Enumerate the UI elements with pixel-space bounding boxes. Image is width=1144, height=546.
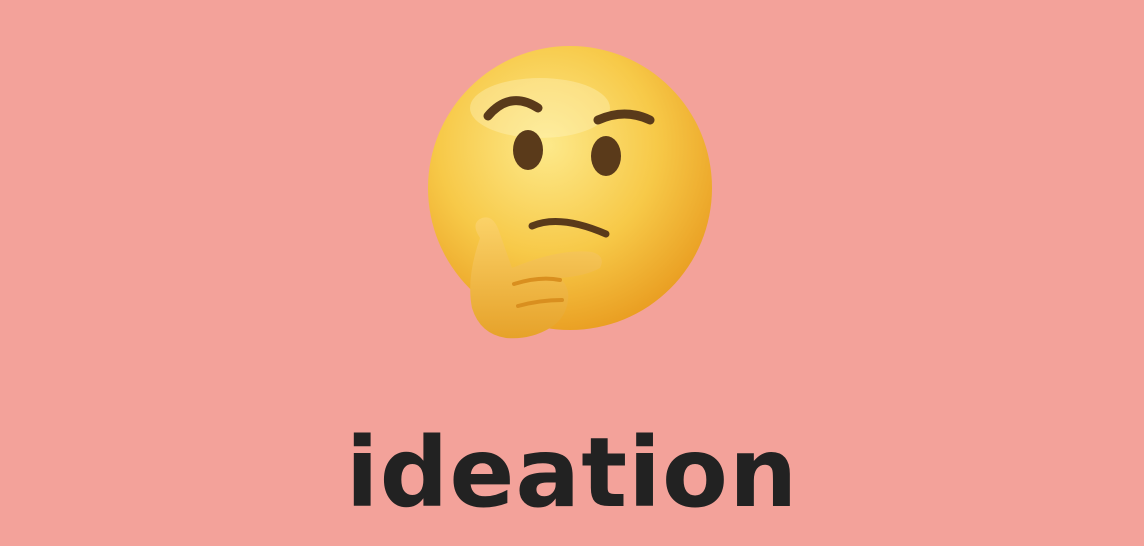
slide-canvas: ideation bbox=[0, 0, 1144, 546]
thinking-face-icon bbox=[410, 38, 730, 348]
page-title: ideation bbox=[345, 417, 799, 529]
